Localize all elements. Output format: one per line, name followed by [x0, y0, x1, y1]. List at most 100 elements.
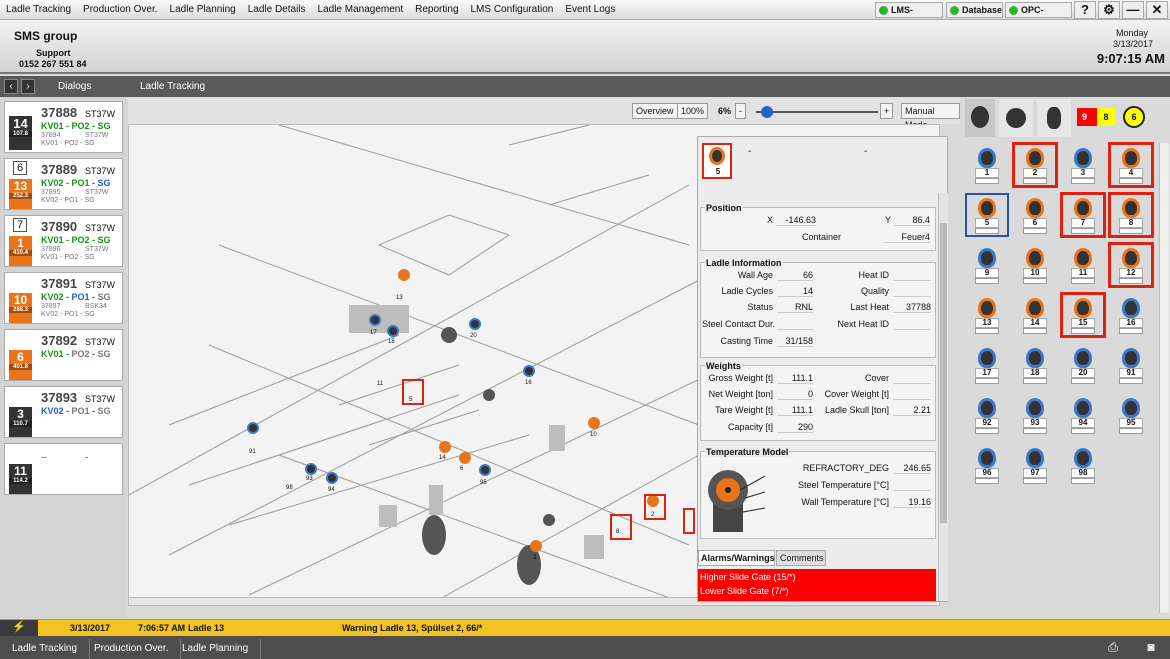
menu-lms-configuration[interactable]: LMS Configuration — [465, 0, 560, 20]
database-status[interactable]: Database — [946, 2, 1003, 18]
detail-scrollbar[interactable] — [938, 193, 948, 601]
ladle-cell[interactable]: 4 — [1108, 142, 1154, 188]
ladle-cell[interactable]: 20 — [1063, 345, 1103, 385]
menu-ladle-tracking[interactable]: Ladle Tracking — [0, 0, 77, 20]
ladle-cell[interactable]: 2 — [1012, 142, 1058, 188]
ladle-card[interactable]: 11 114.2 -- - — [4, 443, 123, 495]
warning-count-badge[interactable]: 8 — [1097, 108, 1115, 126]
lightning-icon[interactable]: ⚡ — [0, 620, 38, 636]
ladle-card[interactable]: 3 110.7 37893 ST37W KV02 - PO1 - SG — [4, 386, 123, 438]
lms-server-status[interactable]: LMS-Server — [875, 2, 943, 29]
map-ladle-label[interactable]: 6 — [460, 466, 463, 472]
ladle-cell[interactable]: 9 — [967, 245, 1007, 285]
gear-icon[interactable]: ⚙ — [1098, 1, 1120, 19]
filter-tab-ladle[interactable] — [965, 99, 995, 137]
camera-icon[interactable]: ◙ — [1136, 640, 1166, 658]
ladle-cell[interactable]: 12 — [1108, 242, 1154, 288]
ladle-cell[interactable]: 1 — [967, 145, 1007, 185]
ladle-card[interactable]: 6 13 252.3 37889 ST37W KV02 - PO1 - SG 37… — [4, 158, 123, 210]
map-ladle-label[interactable]: 10 — [590, 432, 597, 438]
opc-server-status[interactable]: OPC-Server — [1005, 2, 1072, 29]
tab-alarms[interactable]: Alarms/Warnings — [698, 550, 775, 566]
ladle-cell[interactable]: 92 — [967, 395, 1007, 435]
zoom-in-button[interactable]: + — [880, 103, 894, 119]
tab-comments[interactable]: Comments — [776, 550, 826, 566]
menu-event-logs[interactable]: Event Logs — [559, 0, 621, 20]
manual-mode-button[interactable]: Manual Mode — [901, 103, 960, 130]
menu-ladle-planning[interactable]: Ladle Planning — [164, 0, 242, 20]
ladle-cell[interactable]: 10 — [1015, 245, 1055, 285]
grid-scrollbar[interactable] — [1159, 143, 1169, 613]
alarm-item[interactable]: Lower Slide Gate (7/*) — [698, 582, 936, 596]
filter-tab-tilt[interactable] — [1037, 99, 1071, 137]
zoom-slider-track[interactable] — [756, 111, 878, 113]
map-ladle-label[interactable]: 13 — [396, 295, 403, 301]
map-ladle-label[interactable]: 91 — [249, 449, 256, 455]
ladle-grid: 1 2 3 4 5 6 7 8 9 10 11 12 13 14 15 16 17 18 20 91 92 93 94 95 9… — [961, 142, 1159, 613]
menu-reporting[interactable]: Reporting — [409, 0, 464, 20]
breadcrumb-dialogs[interactable]: Dialogs — [58, 81, 91, 92]
ladle-cell[interactable]: 17 — [967, 345, 1007, 385]
ladle-status-boxes — [1119, 278, 1143, 284]
menu-production-overview[interactable]: Production Over. — [77, 0, 163, 20]
map-ladle-label[interactable]: 93 — [306, 476, 313, 482]
map-ladle-label[interactable]: 94 — [328, 487, 335, 493]
help-button[interactable]: ? — [1074, 1, 1096, 19]
minimize-button[interactable]: — — [1122, 1, 1144, 19]
ladle-cell[interactable]: 95 — [1111, 395, 1151, 435]
map-ladle-label[interactable]: 5 — [409, 397, 412, 403]
map-ladle-label[interactable]: 18 — [388, 339, 395, 345]
ladle-cell[interactable]: 11 — [1063, 245, 1103, 285]
zoom-out-button[interactable]: - — [735, 103, 746, 119]
back-button[interactable]: ‹ — [4, 79, 18, 94]
filter-tab-cover[interactable] — [999, 99, 1033, 137]
map-ladle-label[interactable]: 14 — [439, 455, 446, 461]
clock-filter-badge[interactable]: 6 — [1123, 106, 1145, 128]
ladle-cell[interactable]: 13 — [967, 295, 1007, 335]
tab-production-overview[interactable]: Production Over. — [82, 639, 182, 659]
map-ladle-label[interactable]: 3 — [533, 555, 536, 561]
ladle-number: 10 — [1023, 268, 1047, 278]
overview-button[interactable]: Overview — [632, 103, 678, 119]
close-button[interactable]: ✕ — [1146, 1, 1168, 19]
ladle-cell[interactable]: 3 — [1063, 145, 1103, 185]
ladle-cell[interactable]: 5 — [965, 193, 1009, 237]
map-ladle-label[interactable]: 16 — [525, 380, 532, 386]
ladle-cell[interactable]: 14 — [1015, 295, 1055, 335]
ladle-card[interactable]: 6 401.8 37892 ST37W KV01 - PO2 - SG — [4, 329, 123, 381]
ladle-cell[interactable]: 97 — [1015, 445, 1055, 485]
ladle-cell[interactable]: 6 — [1015, 195, 1055, 235]
map-ladle-label[interactable]: 20 — [470, 333, 477, 339]
alarm-item[interactable]: Higher Slide Gate (15/*) — [698, 569, 936, 582]
zoom-100-button[interactable]: 100% — [677, 103, 709, 119]
ladle-card[interactable]: 10 288.3 37891 ST37W KV02 - PO1 - SG 3789… — [4, 272, 123, 324]
menu-ladle-details[interactable]: Ladle Details — [242, 0, 312, 20]
ladle-cell[interactable]: 96 — [967, 445, 1007, 485]
map-ladle-label[interactable]: 98 — [286, 485, 293, 491]
tab-ladle-tracking[interactable]: Ladle Tracking — [0, 639, 91, 659]
map-ladle-label[interactable]: 11 — [377, 381, 383, 387]
ladle-card[interactable]: 14 107.8 37888 ST37W KV01 - PO2 - SG 3789… — [4, 101, 123, 153]
zoom-slider-thumb[interactable] — [761, 106, 773, 118]
ladle-cell[interactable]: 91 — [1111, 345, 1151, 385]
ladle-cell[interactable]: 18 — [1015, 345, 1055, 385]
menu-ladle-management[interactable]: Ladle Management — [312, 0, 410, 20]
ladle-cell[interactable]: 8 — [1108, 192, 1154, 238]
ladle-card[interactable]: 7 1 410.4 37890 ST37W KV01 - PO2 - SG 378… — [4, 215, 123, 267]
ladle-cell[interactable]: 16 — [1111, 295, 1151, 335]
ladle-badge: 11 114.2 — [9, 464, 32, 494]
map-ladle-label[interactable]: 95 — [480, 480, 487, 486]
printer-icon[interactable]: ⎙ — [1098, 640, 1128, 658]
map-ladle-label[interactable]: 2 — [651, 512, 654, 518]
ladle-cell[interactable]: 7 — [1060, 192, 1106, 238]
ladle-cell[interactable]: 94 — [1063, 395, 1103, 435]
ladle-cell[interactable]: 15 — [1060, 292, 1106, 338]
forward-button[interactable]: › — [21, 79, 35, 94]
map-ladle-label[interactable]: 17 — [370, 330, 377, 336]
tab-ladle-planning[interactable]: Ladle Planning — [170, 639, 262, 659]
ladle-number: 17 — [975, 368, 999, 378]
cover-value — [893, 373, 931, 384]
ladle-cell[interactable]: 93 — [1015, 395, 1055, 435]
ladle-cell[interactable]: 98 — [1063, 445, 1103, 485]
map-ladle-label[interactable]: 8 — [616, 529, 619, 535]
